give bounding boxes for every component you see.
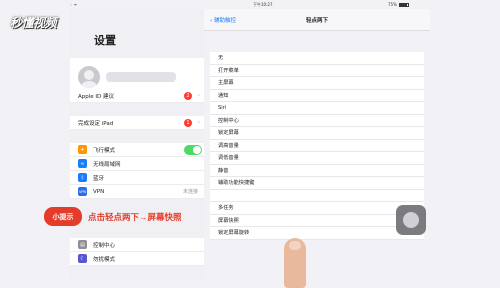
bluetooth-icon: ᛒ bbox=[78, 173, 87, 182]
option-lock-rotation[interactable]: 锁定屏幕旋转 bbox=[210, 227, 424, 240]
sidebar-item-bluetooth[interactable]: ᛒ 蓝牙 bbox=[70, 171, 204, 185]
option-lock-screen[interactable]: 锁定屏幕 bbox=[210, 127, 424, 140]
page-title: 设置 bbox=[94, 35, 116, 47]
double-tap-panel: ‹ 辅助触控 轻点两下 无 打开菜单 主屏幕 通知 Siri 控制中心 锁定屏幕… bbox=[204, 9, 430, 281]
profile-name-blurred bbox=[106, 72, 176, 82]
option-notifications[interactable]: 通知 bbox=[210, 90, 424, 102]
option-volume-up[interactable]: 调高音量 bbox=[210, 140, 424, 152]
option-home-screen[interactable]: 主屏幕 bbox=[210, 77, 424, 90]
option-multitasking[interactable]: 多任务 bbox=[210, 202, 424, 215]
notification-badge: 1 bbox=[184, 119, 192, 127]
option-mute[interactable]: 静音 bbox=[210, 165, 424, 177]
chevron-right-icon: › bbox=[197, 119, 200, 126]
option-accessibility-shortcut[interactable]: 辅助功能快捷键 bbox=[210, 177, 424, 190]
sidebar-item-vpn[interactable]: VPN VPN 未连接 bbox=[70, 185, 204, 199]
nav-bar: ‹ 辅助触控 轻点两下 bbox=[204, 9, 430, 31]
nav-title: 轻点两下 bbox=[305, 18, 328, 24]
option-volume-down[interactable]: 调低音量 bbox=[210, 152, 424, 165]
control-center-icon: ▤ bbox=[78, 240, 87, 249]
assistive-touch-button[interactable] bbox=[396, 205, 426, 235]
action-option-list: 无 打开菜单 主屏幕 通知 Siri 控制中心 锁定屏幕 调高音量 调低音量 静… bbox=[210, 52, 424, 240]
airplane-icon: ✈ bbox=[78, 145, 87, 154]
vpn-icon: VPN bbox=[78, 187, 87, 196]
vpn-status: 未连接 bbox=[182, 189, 198, 195]
tip-text: 点击轻点两下→屏幕快照 bbox=[88, 212, 182, 222]
option-open-menu[interactable]: 打开菜单 bbox=[210, 65, 424, 77]
sidebar-item-finish-setup[interactable]: 完成设定 iPad 1 › bbox=[70, 116, 204, 130]
option-screenshot[interactable]: 屏幕快照 bbox=[210, 215, 424, 227]
wifi-icon: ◦ ᯤ bbox=[70, 1, 78, 7]
option-none[interactable]: 无 bbox=[210, 52, 424, 65]
status-bar: ◦ ᯤ 下午10:27 75% bbox=[0, 0, 500, 9]
settings-sidebar: 设置 Apple ID 建议 2 › 完成设定 iPad 1 › ✈ 飞行模式 … bbox=[70, 9, 204, 281]
wifi-icon: ≈ bbox=[78, 159, 87, 168]
status-time: 下午10:27 bbox=[253, 1, 273, 7]
notification-badge: 2 bbox=[184, 92, 192, 100]
option-control-center[interactable]: 控制中心 bbox=[210, 115, 424, 127]
option-siri[interactable]: Siri bbox=[210, 102, 424, 115]
sidebar-item-control-center[interactable]: ▤ 控制中心 bbox=[70, 238, 204, 252]
sidebar-item-do-not-disturb[interactable]: ☾ 勿扰模式 bbox=[70, 252, 204, 266]
sidebar-item-apple-id-suggestion[interactable]: Apple ID 建议 2 › bbox=[70, 89, 204, 103]
watermark-logo: 秒懂视频 bbox=[10, 16, 57, 30]
sidebar-item-wifi[interactable]: ≈ 无线局域网 bbox=[70, 157, 204, 171]
option-hidden[interactable] bbox=[210, 190, 424, 202]
moon-icon: ☾ bbox=[78, 254, 87, 263]
avatar bbox=[78, 66, 100, 88]
battery-icon bbox=[398, 3, 409, 7]
chevron-right-icon: › bbox=[197, 92, 200, 99]
sidebar-item-airplane-mode[interactable]: ✈ 飞行模式 bbox=[70, 143, 204, 157]
tip-badge: 小提示 bbox=[44, 207, 82, 226]
battery-status: 75% bbox=[388, 2, 409, 7]
airplane-mode-toggle[interactable] bbox=[184, 145, 202, 155]
